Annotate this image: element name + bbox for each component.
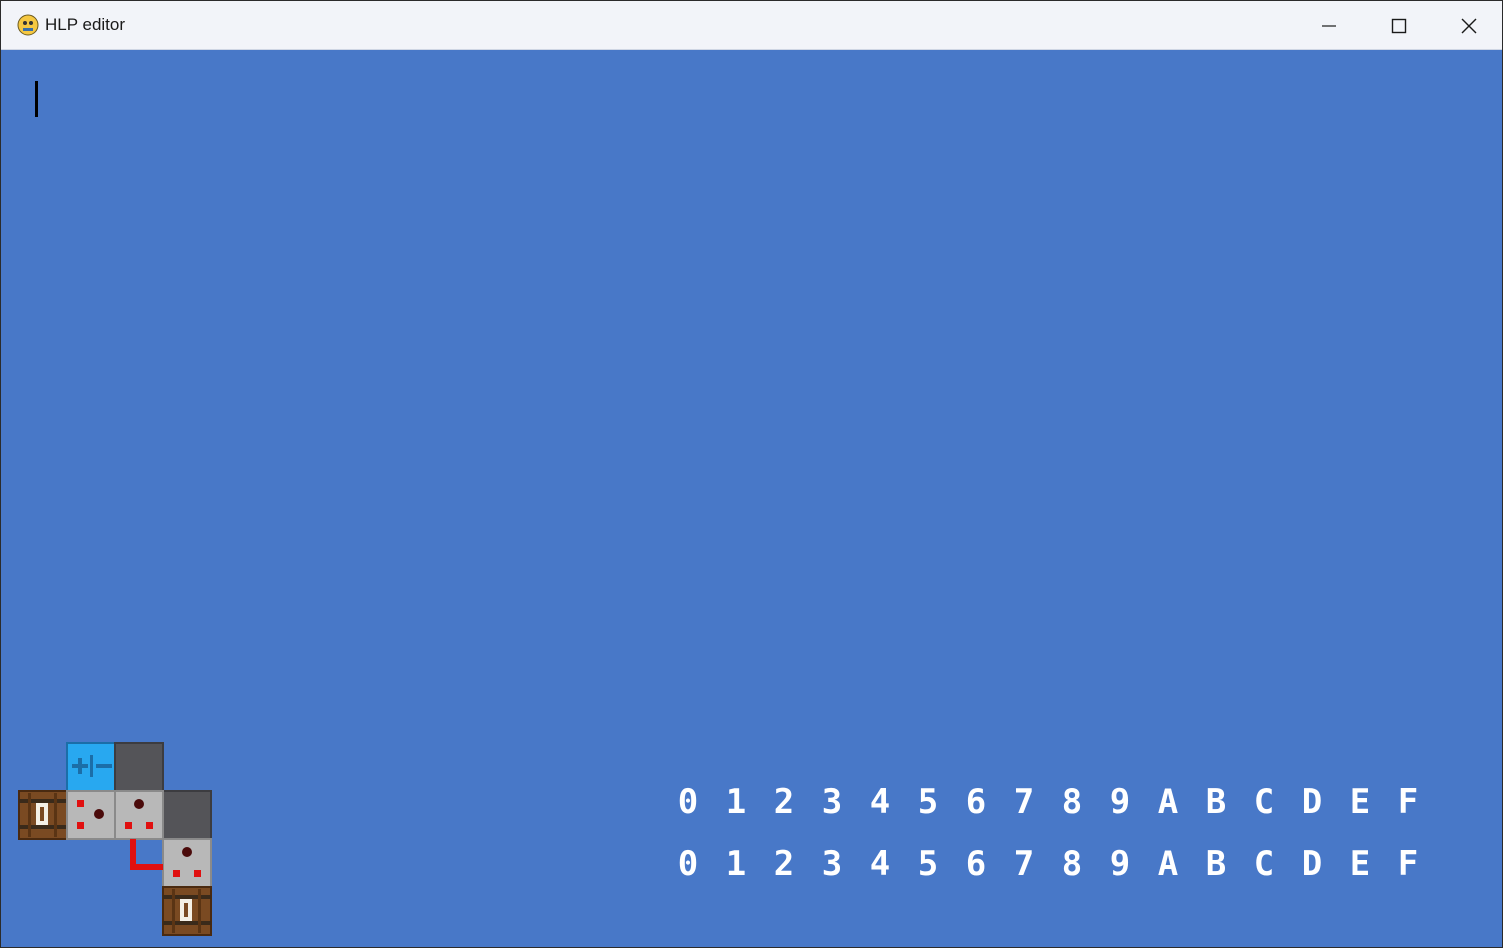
hex-digit[interactable]: E [1336,844,1384,884]
empty-tile[interactable] [162,790,212,840]
hex-digit[interactable]: 2 [760,844,808,884]
hex-digit[interactable]: 6 [952,844,1000,884]
hex-digit[interactable]: 5 [904,844,952,884]
hex-digit[interactable]: 1 [712,844,760,884]
hex-digit[interactable]: 4 [856,844,904,884]
hex-digit[interactable]: 9 [1096,844,1144,884]
barrel-tile[interactable] [162,886,212,936]
hex-digit[interactable]: C [1240,844,1288,884]
empty-tile[interactable] [114,742,164,792]
hex-digit[interactable]: 4 [856,782,904,822]
hex-digit[interactable]: 7 [1000,844,1048,884]
hex-digit[interactable]: F [1384,844,1432,884]
window-title: HLP editor [45,15,126,34]
hex-digit[interactable]: E [1336,782,1384,822]
hex-digit[interactable]: D [1288,844,1336,884]
title-bar[interactable]: HLP editor [1,1,1502,50]
close-icon [1461,18,1477,33]
hex-digit[interactable]: A [1144,782,1192,822]
editor-canvas[interactable]: 0 1 2 3 4 5 6 7 8 9 A B C D E F 0 1 2 3 … [4,51,1501,946]
barrel-tile[interactable] [18,790,68,840]
adder-tile[interactable] [66,742,116,792]
wire[interactable] [130,839,163,870]
hex-digit[interactable]: F [1384,782,1432,822]
hex-digit[interactable]: C [1240,782,1288,822]
maximize-icon [1391,18,1407,33]
gate-tile[interactable] [114,790,164,840]
hex-digit[interactable]: B [1192,782,1240,822]
hex-digit[interactable]: 7 [1000,782,1048,822]
hex-digit[interactable]: 8 [1048,782,1096,822]
hex-digit[interactable]: 1 [712,782,760,822]
hex-digit[interactable]: 8 [1048,844,1096,884]
app-window: HLP editor 0 1 2 3 4 5 6 7 8 9 A B C D E… [0,0,1503,948]
text-cursor [35,81,38,117]
hex-digit[interactable]: 5 [904,782,952,822]
close-button[interactable] [1434,1,1502,50]
circuit-diagram[interactable] [18,741,218,937]
hex-digit[interactable]: 3 [808,782,856,822]
hex-digit[interactable]: B [1192,844,1240,884]
hex-digit[interactable]: 2 [760,782,808,822]
hex-digit[interactable]: 0 [664,844,712,884]
minimize-icon [1322,24,1336,27]
hex-digit[interactable]: 0 [664,782,712,822]
gate-tile[interactable] [162,838,212,888]
minimize-button[interactable] [1294,1,1364,50]
gate-tile[interactable] [66,790,116,840]
maximize-button[interactable] [1364,1,1434,50]
hex-digit[interactable]: A [1144,844,1192,884]
python-pygame-icon [17,14,39,36]
hex-digit[interactable]: D [1288,782,1336,822]
hex-digit[interactable]: 6 [952,782,1000,822]
hex-digit[interactable]: 3 [808,844,856,884]
hex-digit[interactable]: 9 [1096,782,1144,822]
